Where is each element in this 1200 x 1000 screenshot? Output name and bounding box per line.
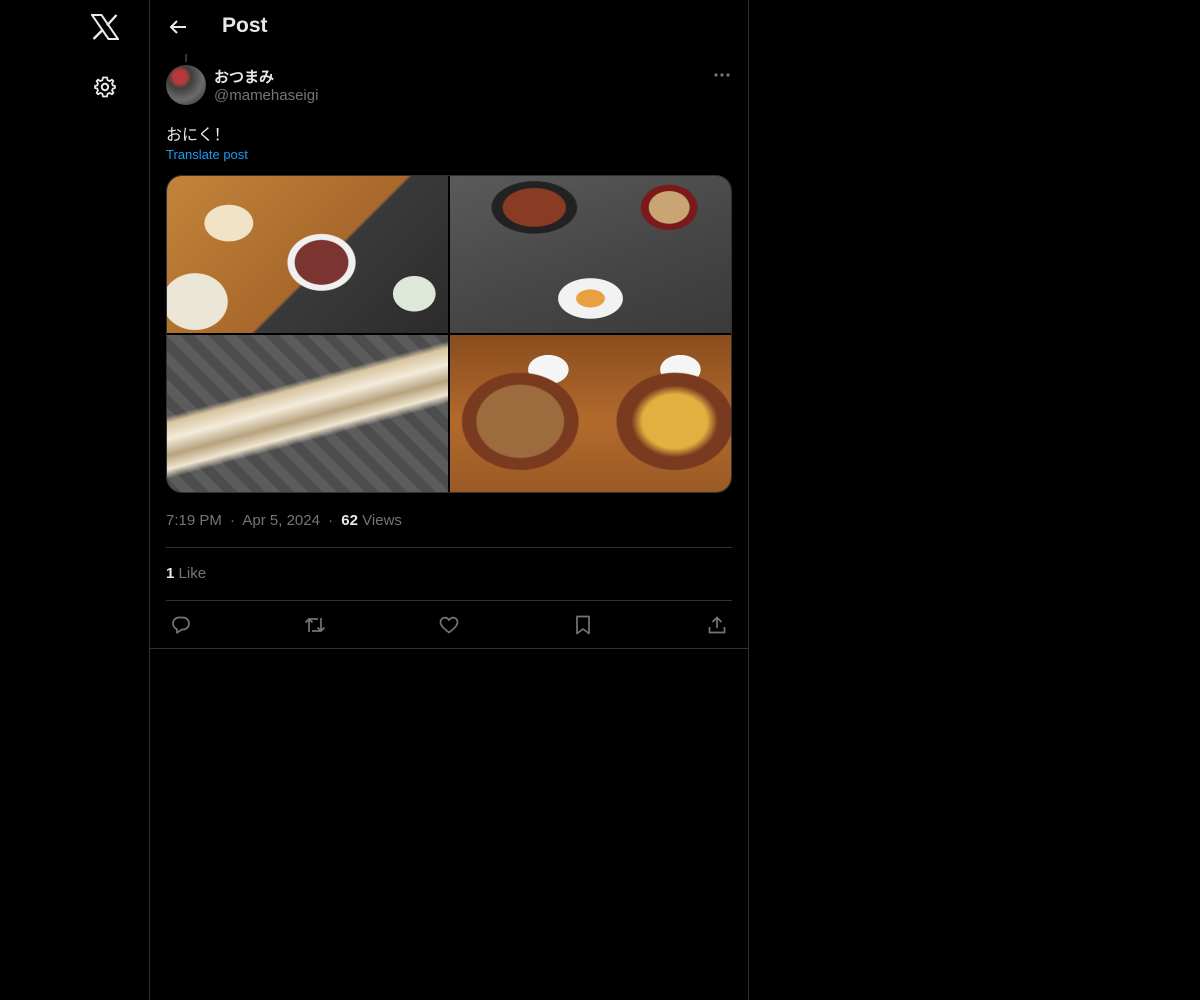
x-logo-icon[interactable] bbox=[87, 9, 123, 45]
post-date[interactable]: Apr 5, 2024 bbox=[242, 512, 320, 529]
share-icon bbox=[707, 615, 727, 635]
bookmark-icon bbox=[575, 615, 591, 635]
divider bbox=[166, 547, 732, 548]
media-photo[interactable] bbox=[450, 176, 731, 333]
divider bbox=[150, 648, 748, 649]
meta-separator: · bbox=[230, 512, 236, 529]
bookmark-button[interactable] bbox=[568, 613, 598, 637]
divider bbox=[166, 600, 732, 601]
translate-post-link[interactable]: Translate post bbox=[166, 147, 248, 162]
more-options-button[interactable] bbox=[706, 64, 738, 86]
left-nav bbox=[0, 0, 149, 1000]
likes-count: 1 bbox=[166, 565, 175, 582]
repost-button[interactable] bbox=[300, 613, 330, 637]
reply-icon bbox=[171, 615, 191, 635]
gear-icon[interactable] bbox=[90, 72, 120, 102]
media-grid bbox=[166, 175, 732, 493]
share-button[interactable] bbox=[702, 613, 732, 637]
likes-summary[interactable]: 1 Like bbox=[166, 565, 206, 582]
likes-label: Like bbox=[178, 565, 207, 582]
like-icon bbox=[439, 616, 459, 634]
back-button[interactable] bbox=[163, 12, 193, 42]
meta-separator: · bbox=[328, 512, 334, 529]
avatar[interactable] bbox=[166, 65, 206, 105]
reply-button[interactable] bbox=[166, 613, 196, 637]
action-bar bbox=[166, 613, 732, 637]
author-name[interactable]: おつまみ bbox=[214, 66, 274, 87]
thread-line bbox=[185, 54, 187, 62]
more-icon bbox=[714, 73, 730, 77]
post-header: Post bbox=[150, 0, 748, 54]
media-photo[interactable] bbox=[167, 335, 448, 492]
arrow-left-icon bbox=[169, 19, 187, 35]
post-meta: 7:19 PM · Apr 5, 2024 · 62 Views bbox=[166, 512, 402, 529]
author-handle[interactable]: @mamehaseigi bbox=[214, 87, 318, 104]
repost-icon bbox=[304, 615, 326, 635]
like-button[interactable] bbox=[434, 613, 464, 637]
main-column: Post おつまみ @mamehaseigi おにく！ Translate po… bbox=[149, 0, 749, 1000]
post-time[interactable]: 7:19 PM bbox=[166, 512, 222, 529]
views-label: Views bbox=[362, 512, 402, 529]
views-count: 62 bbox=[341, 512, 358, 529]
media-photo[interactable] bbox=[167, 176, 448, 333]
post-text: おにく！ bbox=[166, 127, 230, 144]
page-title: Post bbox=[222, 14, 268, 37]
media-photo[interactable] bbox=[450, 335, 731, 492]
